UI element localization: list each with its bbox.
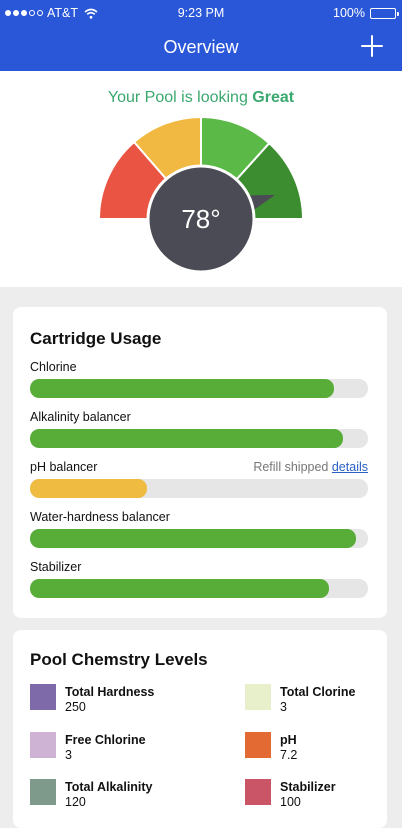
chemistry-color-swatch	[30, 779, 56, 805]
cartridge-level-bar	[30, 529, 368, 548]
cartridge-level-fill	[30, 579, 330, 598]
refill-status-text: Refill shipped	[253, 460, 329, 474]
cartridge-label: Stabilizer	[30, 560, 82, 574]
cartridge-level-fill	[30, 429, 343, 448]
chemistry-color-swatch	[245, 732, 271, 758]
chemistry-color-swatch	[30, 684, 56, 710]
chemistry-value: 120	[65, 795, 86, 809]
cartridge-level-bar	[30, 479, 368, 498]
cartridge-level-bar	[30, 379, 368, 398]
cartridge-usage-title: Cartridge Usage	[30, 329, 162, 348]
top-bar: AT&T 9:23 PM 100% Overview	[0, 0, 402, 71]
chemistry-value: 7.2	[280, 748, 298, 762]
chemistry-value: 100	[280, 795, 301, 809]
cartridge-level-bar	[30, 429, 368, 448]
cartridge-level-bar	[30, 579, 368, 598]
chemistry-color-swatch	[245, 779, 271, 805]
chemistry-value: 250	[65, 700, 86, 714]
chemistry-name: pH	[280, 733, 297, 747]
chemistry-value: 3	[65, 748, 72, 762]
chemistry-color-swatch	[245, 684, 271, 710]
page-title: Overview	[163, 37, 239, 57]
add-button[interactable]	[360, 34, 384, 58]
chemistry-item: Total Clorine 3	[245, 684, 402, 724]
chemistry-item: Stabilizer 100	[245, 779, 402, 819]
chemistry-item: Free Chlorine 3	[30, 732, 200, 772]
cartridge-label: Chlorine	[30, 360, 77, 374]
chemistry-name: Free Chlorine	[65, 733, 146, 747]
cartridge-level-fill	[30, 379, 335, 398]
cartridge-level-fill	[30, 479, 147, 498]
cartridge-usage-card: Cartridge Usage Chlorine Alkalinity balan…	[13, 307, 387, 618]
chemistry-value: 3	[280, 700, 287, 714]
cartridge-label: Water-hardness balancer	[30, 510, 170, 524]
cartridge-label: pH balancer	[30, 460, 98, 474]
chemistry-color-swatch	[30, 732, 56, 758]
status-bar: AT&T 9:23 PM 100%	[0, 0, 402, 26]
temperature-gauge: 78°	[97, 115, 305, 274]
chemistry-name: Stabilizer	[280, 780, 336, 794]
chemistry-levels-title: Pool Chemstry Levels	[30, 650, 208, 669]
chemistry-item: Total Hardness 250	[30, 684, 200, 724]
temperature-reading: 78°	[181, 204, 220, 234]
details-link[interactable]: details	[332, 460, 368, 474]
chemistry-levels-card: Pool Chemstry Levels Total Hardness 250 To…	[13, 630, 387, 828]
cartridge-label: Alkalinity balancer	[30, 410, 131, 424]
cartridge-level-fill	[30, 529, 357, 548]
chemistry-item: pH 7.2	[245, 732, 402, 772]
battery-icon	[370, 7, 399, 19]
battery-percent: 100%	[333, 6, 365, 20]
battery-status: 100%	[333, 6, 399, 20]
chemistry-name: Total Clorine	[280, 685, 356, 699]
chemistry-name: Total Alkalinity	[65, 780, 153, 794]
chemistry-name: Total Hardness	[65, 685, 155, 699]
chemistry-item: Total Alkalinity 120	[30, 779, 200, 819]
refill-status: Refill shipped details	[253, 460, 368, 474]
pool-overview: Your Pool is looking Great 78°	[0, 71, 402, 287]
